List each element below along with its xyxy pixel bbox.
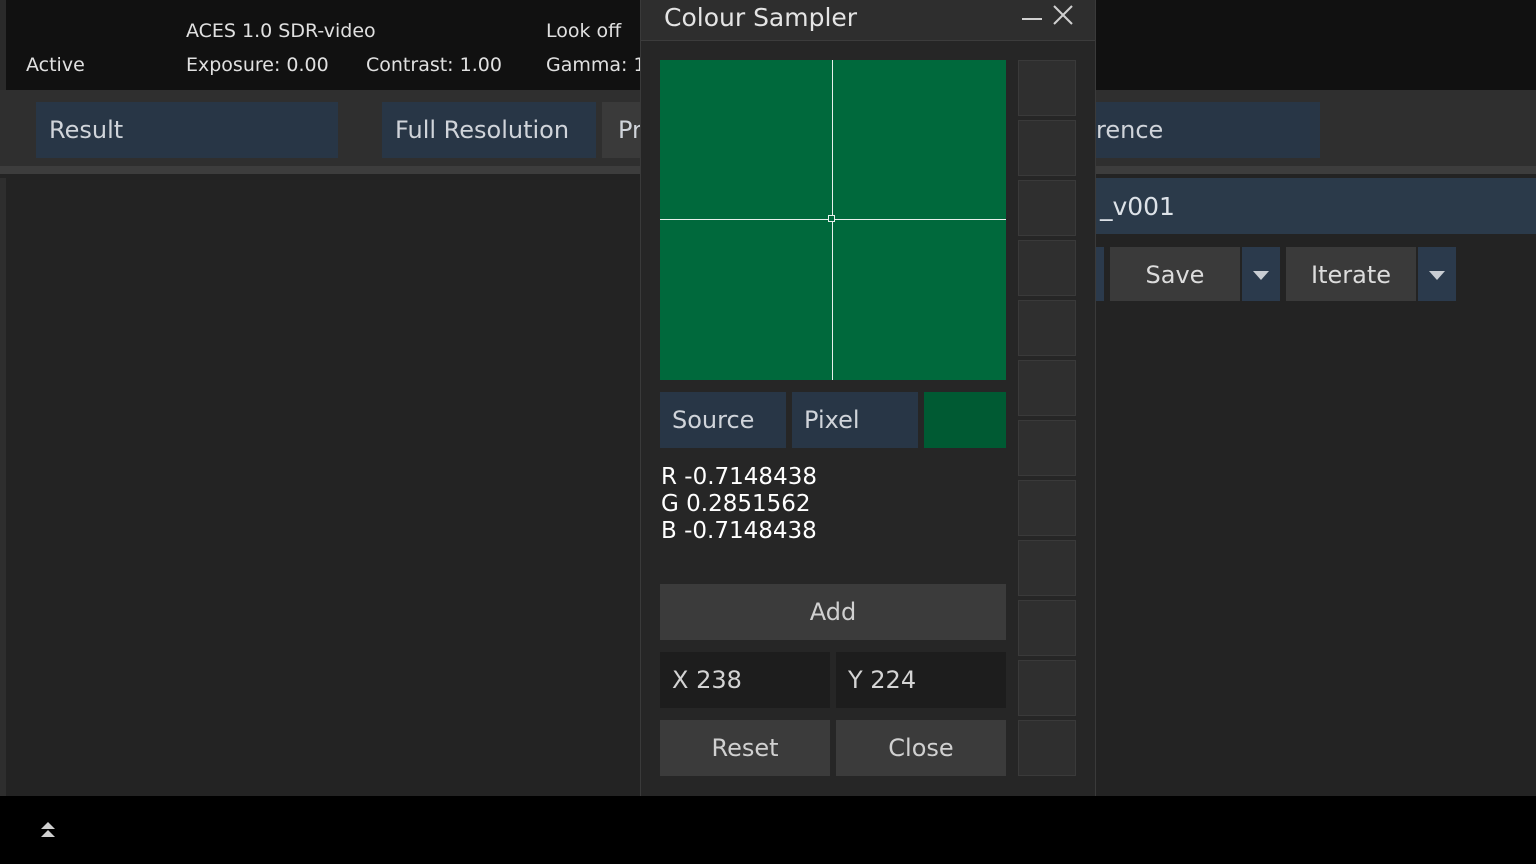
y-coordinate-field[interactable]: Y 224 (836, 652, 1006, 708)
sample-slot[interactable] (1018, 660, 1076, 716)
sample-slot[interactable] (1018, 540, 1076, 596)
look-readout: Look off (546, 20, 622, 42)
full-resolution-button[interactable]: Full Resolution (382, 102, 596, 158)
reference-button[interactable]: rence (1096, 102, 1320, 158)
reset-button[interactable]: Reset (660, 720, 830, 776)
hidden-dropdown-edge[interactable] (1096, 247, 1104, 301)
sample-slot[interactable] (1018, 120, 1076, 176)
display-transform: ACES 1.0 SDR-video (186, 20, 376, 42)
output-name-text: _v001 (1099, 192, 1175, 221)
dialog-title: Colour Sampler (664, 3, 858, 32)
sample-swatch (924, 392, 1006, 448)
contrast-readout: Contrast: 1.00 (366, 54, 502, 76)
sample-slot[interactable] (1018, 180, 1076, 236)
crosshair-center[interactable] (828, 215, 835, 222)
bottom-bar (0, 796, 1536, 864)
save-button[interactable]: Save (1110, 247, 1240, 301)
x-coordinate-field[interactable]: X 238 (660, 652, 830, 708)
double-chevron-up-icon[interactable] (38, 820, 58, 840)
sample-slot[interactable] (1018, 360, 1076, 416)
viewer-edge (0, 178, 6, 796)
blue-value: B -0.7148438 (661, 518, 817, 544)
iterate-options-dropdown[interactable] (1418, 247, 1456, 301)
save-options-dropdown[interactable] (1242, 247, 1280, 301)
source-mode-button[interactable]: Source (660, 392, 786, 448)
result-button[interactable]: Result (36, 102, 338, 158)
minimize-icon[interactable] (1021, 8, 1043, 30)
status-bar-edge (0, 0, 6, 90)
sample-slot[interactable] (1018, 420, 1076, 476)
exposure-readout: Exposure: 0.00 (186, 54, 329, 76)
close-icon[interactable] (1052, 4, 1074, 26)
pixel-mode-button[interactable]: Pixel (792, 392, 918, 448)
gamma-readout: Gamma: 1 (546, 54, 646, 76)
sample-slot[interactable] (1018, 720, 1076, 776)
sample-slot[interactable] (1018, 300, 1076, 356)
sample-slot[interactable] (1018, 600, 1076, 656)
active-status: Active (26, 54, 85, 76)
caret-down-icon (1429, 271, 1445, 280)
dialog-title-bar: Colour Sampler (641, 0, 1095, 41)
sample-preview[interactable] (660, 60, 1006, 380)
colour-sampler-dialog: Colour Sampler Source Pixel R -0.7148438… (640, 0, 1096, 796)
sample-slot[interactable] (1018, 60, 1076, 116)
red-value: R -0.7148438 (661, 464, 817, 490)
iterate-button[interactable]: Iterate (1286, 247, 1416, 301)
green-value: G 0.2851562 (661, 491, 811, 517)
close-button[interactable]: Close (836, 720, 1006, 776)
caret-down-icon (1253, 271, 1269, 280)
sample-slot[interactable] (1018, 240, 1076, 296)
add-sample-button[interactable]: Add (660, 584, 1006, 640)
sample-slot[interactable] (1018, 480, 1076, 536)
output-name-bar: _v001 (1096, 178, 1536, 234)
